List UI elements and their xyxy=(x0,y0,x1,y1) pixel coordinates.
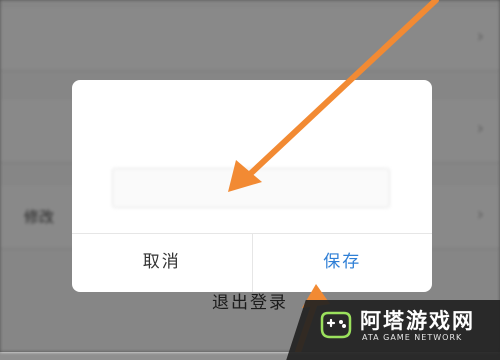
watermark-title: 阿塔游戏网 xyxy=(360,309,475,333)
watermark-subtitle: ATA GAME NETWORK xyxy=(362,333,463,342)
dialog-button-row: 取消 保存 xyxy=(72,233,432,292)
gamepad-icon xyxy=(320,311,352,339)
edit-dialog: 取消 保存 xyxy=(72,80,432,292)
save-button[interactable]: 保存 xyxy=(253,234,433,292)
cancel-button[interactable]: 取消 xyxy=(72,234,253,292)
name-input[interactable] xyxy=(112,168,390,208)
